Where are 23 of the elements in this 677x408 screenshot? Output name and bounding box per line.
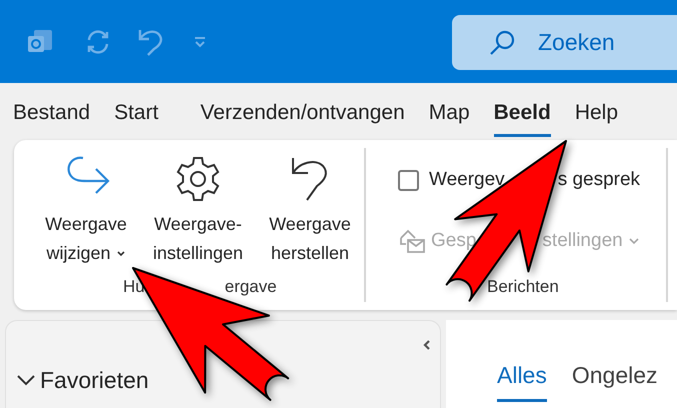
search-field[interactable]: Zoeken <box>452 15 677 70</box>
menu-tab[interactable]: Map <box>428 90 470 138</box>
checkbox[interactable] <box>398 170 419 191</box>
button-label: Gesp <box>431 228 476 252</box>
undo-icon[interactable] <box>136 27 164 57</box>
message-tab[interactable]: Ongelez <box>572 358 658 402</box>
menu-tab[interactable]: Help <box>574 90 618 138</box>
button-label: stellingen <box>542 228 623 252</box>
search-icon <box>488 28 516 56</box>
menu-tab[interactable]: Start <box>114 90 158 138</box>
menu-tab[interactable]: Bestand <box>13 90 90 138</box>
collapse-icon[interactable] <box>422 339 432 351</box>
group-label: Berichten <box>487 276 559 298</box>
menu-tab[interactable]: Beeld <box>494 90 551 138</box>
checkbox-label: Weergev <box>429 168 505 192</box>
message-tab[interactable]: Alles <box>497 358 547 402</box>
search-placeholder: Zoeken <box>538 28 615 58</box>
checkbox-label: s gesprek <box>558 168 640 192</box>
customize-caret-icon[interactable] <box>193 36 207 48</box>
favorites-toggle[interactable]: Favorieten <box>16 363 149 398</box>
menu-tab[interactable]: Verzenden/ontvangen <box>200 90 405 138</box>
chevron-down-icon <box>16 373 36 388</box>
ribbon-button[interactable]: Weergave wijzigen <box>30 148 142 280</box>
